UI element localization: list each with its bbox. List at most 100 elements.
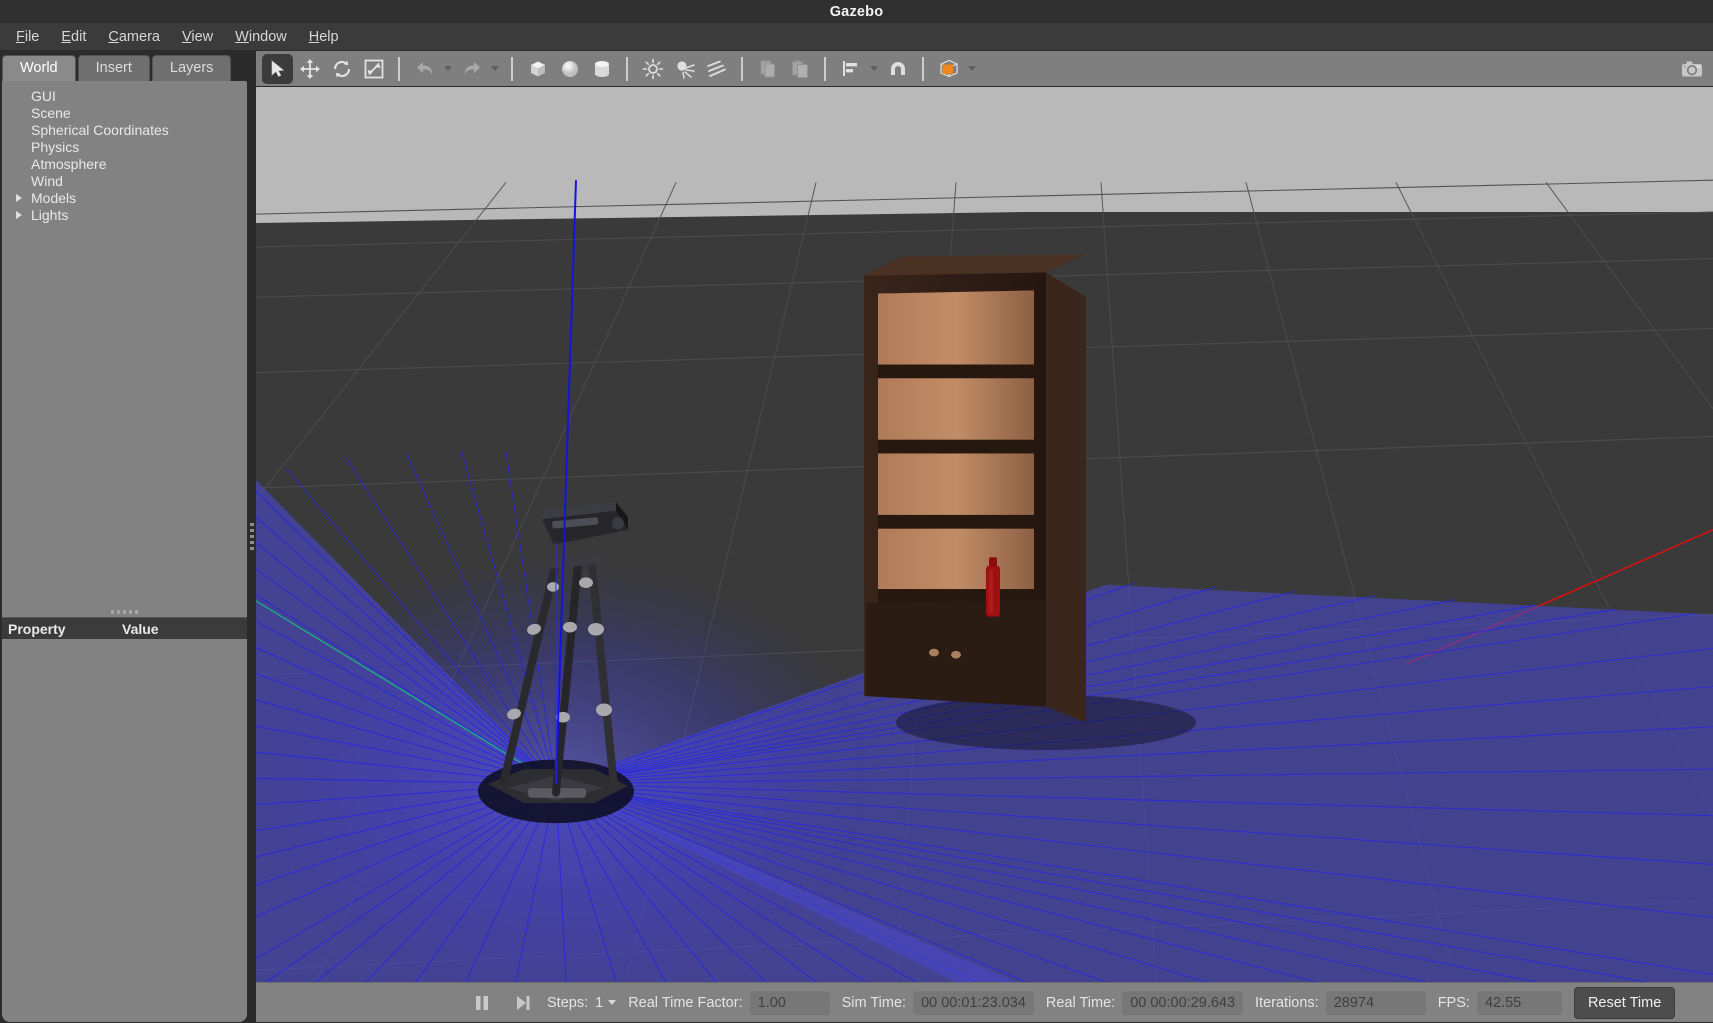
- toolbar-separator: [511, 56, 513, 81]
- chevron-right-icon: [16, 193, 22, 202]
- iterations-value: 28974: [1325, 990, 1426, 1015]
- chevron-down-icon: [968, 66, 976, 71]
- sim-time-value: 00 00:01:23.034: [913, 990, 1034, 1015]
- toolbar-separator: [741, 56, 743, 81]
- world-tree-panel: GUI Scene Spherical Coordinates Physics …: [2, 81, 247, 1022]
- align-icon: [842, 60, 857, 76]
- view-color-dropdown[interactable]: [965, 54, 979, 84]
- insert-cylinder-button[interactable]: [586, 54, 617, 84]
- main-vertical-splitter[interactable]: [247, 51, 256, 1022]
- title-bar: Gazebo: [0, 0, 1713, 23]
- tree-item-gui[interactable]: GUI: [2, 87, 247, 104]
- insert-sphere-button[interactable]: [554, 54, 585, 84]
- magnet-snap-icon: [890, 61, 905, 75]
- left-panel-tabs: World Insert Layers: [2, 51, 247, 81]
- tree-item-physics[interactable]: Physics: [2, 138, 247, 155]
- undo-dropdown[interactable]: [441, 54, 455, 84]
- panel-horizontal-splitter[interactable]: [2, 606, 247, 617]
- step-forward-button[interactable]: [506, 988, 540, 1018]
- toolbar-separator: [398, 56, 400, 81]
- insert-spot-light-button[interactable]: [669, 54, 700, 84]
- pause-button[interactable]: [465, 988, 499, 1018]
- tree-item-atmosphere-label: Atmosphere: [31, 155, 107, 172]
- grip-dots-icon: [249, 523, 254, 550]
- cursor-arrow-icon: [271, 59, 284, 77]
- insert-directional-light-button[interactable]: [701, 54, 732, 84]
- insert-box-button[interactable]: [522, 54, 553, 84]
- tree-item-lights[interactable]: Lights: [2, 206, 247, 223]
- tree-item-spherical-coordinates[interactable]: Spherical Coordinates: [2, 121, 247, 138]
- camera-icon: [1681, 61, 1702, 76]
- cylinder-icon: [594, 60, 609, 77]
- view-cube-orange-icon: [939, 59, 958, 77]
- main-area: World Insert Layers GUI Scene Spherical …: [0, 51, 1713, 1022]
- chevron-down-icon: [870, 66, 878, 71]
- align-dropdown[interactable]: [867, 54, 881, 84]
- view-color-button[interactable]: [933, 54, 964, 84]
- scale-mode-button[interactable]: [358, 54, 389, 84]
- move-arrows-icon: [299, 58, 320, 79]
- main-toolbar: [256, 51, 1713, 87]
- status-bar: Steps: 1 Real Time Factor: 1.00 Sim Time…: [256, 982, 1713, 1022]
- snap-button[interactable]: [882, 54, 913, 84]
- toolbar-separator: [626, 56, 628, 81]
- rotate-icon: [333, 60, 350, 77]
- menu-window-rest: indow: [248, 28, 287, 45]
- undo-button[interactable]: [409, 54, 440, 84]
- point-light-icon: [642, 58, 663, 79]
- tab-insert[interactable]: Insert: [77, 55, 150, 81]
- menu-file[interactable]: File: [5, 26, 50, 48]
- menu-edit-rest: dit: [71, 28, 87, 45]
- tree-item-wind[interactable]: Wind: [2, 172, 247, 189]
- copy-button[interactable]: [752, 54, 783, 84]
- tree-item-scene[interactable]: Scene: [2, 104, 247, 121]
- chevron-down-icon: [491, 66, 499, 71]
- insert-point-light-button[interactable]: [637, 54, 668, 84]
- render-column: Steps: 1 Real Time Factor: 1.00 Sim Time…: [256, 51, 1713, 1022]
- undo-arrow-icon: [416, 61, 432, 75]
- menu-camera-rest: amera: [118, 28, 160, 45]
- tree-item-gui-label: GUI: [31, 87, 56, 104]
- menu-view-rest: iew: [191, 28, 214, 45]
- real-time-factor-value: 1.00: [749, 990, 830, 1015]
- steps-stepper[interactable]: 1: [595, 994, 617, 1011]
- menu-view[interactable]: View: [171, 26, 224, 48]
- scene-3d-content: [256, 179, 1713, 982]
- tab-world[interactable]: World: [2, 55, 76, 81]
- select-mode-button[interactable]: [262, 53, 293, 84]
- menu-file-rest: ile: [24, 28, 40, 45]
- rotate-mode-button[interactable]: [326, 54, 357, 84]
- redo-dropdown[interactable]: [488, 54, 502, 84]
- menu-help[interactable]: Help: [298, 26, 350, 48]
- tree-item-physics-label: Physics: [31, 138, 80, 155]
- menu-edit[interactable]: Edit: [50, 26, 97, 48]
- menu-bar: File Edit Camera View Window Help: [0, 23, 1713, 51]
- step-forward-icon: [517, 995, 530, 1010]
- sim-time-label: Sim Time:: [841, 994, 907, 1011]
- screenshot-button[interactable]: [1676, 54, 1707, 84]
- steps-label: Steps:: [547, 994, 589, 1011]
- scale-icon: [364, 59, 383, 78]
- paste-button[interactable]: [784, 54, 815, 84]
- menu-window[interactable]: Window: [224, 26, 298, 48]
- column-header-property: Property: [8, 620, 66, 637]
- steps-value: 1: [595, 994, 604, 1011]
- tree-expander[interactable]: [14, 210, 30, 219]
- real-time-label: Real Time:: [1045, 994, 1116, 1011]
- align-button[interactable]: [835, 54, 866, 84]
- tree-item-atmosphere[interactable]: Atmosphere: [2, 155, 247, 172]
- tree-item-models-label: Models: [31, 189, 77, 206]
- menu-help-rest: elp: [319, 28, 339, 45]
- menu-camera[interactable]: Camera: [97, 26, 171, 48]
- property-table-body: [2, 639, 247, 1022]
- redo-button[interactable]: [456, 54, 487, 84]
- translate-mode-button[interactable]: [294, 54, 325, 84]
- toolbar-separator: [922, 56, 924, 81]
- tree-expander[interactable]: [14, 193, 30, 202]
- reset-time-button[interactable]: Reset Time: [1573, 986, 1676, 1019]
- tab-layers[interactable]: Layers: [151, 55, 232, 81]
- pause-icon: [476, 995, 488, 1010]
- render-viewport[interactable]: [256, 87, 1713, 982]
- chevron-right-icon: [16, 210, 22, 219]
- tree-item-models[interactable]: Models: [2, 189, 247, 206]
